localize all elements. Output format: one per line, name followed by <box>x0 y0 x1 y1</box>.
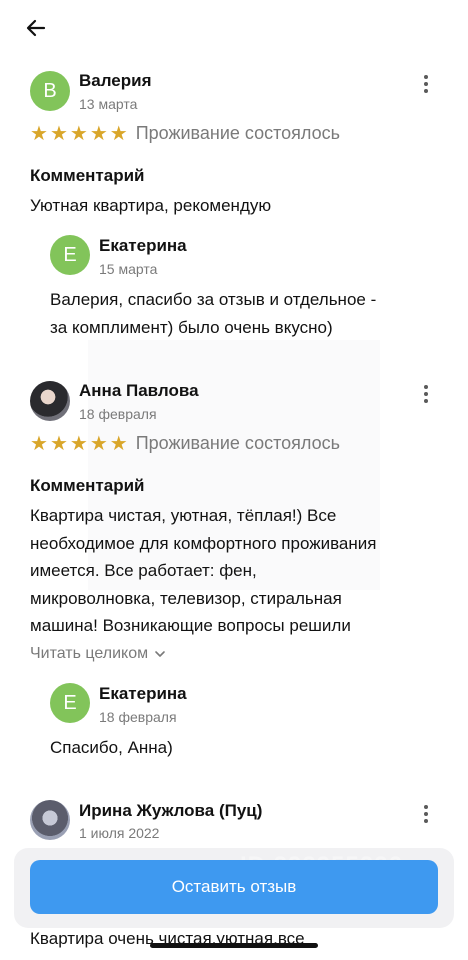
read-more-label: Читать целиком <box>30 645 149 662</box>
arrow-left-icon <box>26 19 46 37</box>
avatar: Е <box>50 235 90 275</box>
avatar-letter: Е <box>63 691 77 714</box>
reviewer-name: Ирина Жужлова (Пуц) <box>79 801 263 820</box>
reply-text-line: за комплимент) было очень вкусно) <box>50 317 333 337</box>
back-button[interactable] <box>20 12 52 44</box>
reviewer-name: Валерия <box>79 71 152 90</box>
comment-line: Квартира чистая, уютная, тёплая!) Все <box>30 506 337 525</box>
avatar: В <box>30 71 70 111</box>
star-icon: ★ <box>89 122 108 145</box>
review-date: 13 марта <box>79 96 138 112</box>
comment-line: имеется. Все работает: фен, <box>30 561 257 580</box>
home-indicator <box>150 943 318 948</box>
reply-author-name: Екатерина <box>99 236 187 255</box>
stay-status: Проживание состоялось <box>135 433 341 453</box>
reply-date: 15 марта <box>99 261 158 277</box>
more-options-button[interactable] <box>414 802 438 826</box>
star-icon: ★ <box>69 432 88 455</box>
avatar <box>30 381 70 421</box>
star-icon: ★ <box>30 432 48 455</box>
chevron-down-icon <box>155 651 165 657</box>
read-more-link[interactable]: Читать целиком <box>30 645 166 663</box>
avatar <box>30 800 70 840</box>
top-bar <box>0 0 468 56</box>
reply-date: 18 февраля <box>99 709 177 725</box>
star-icon: ★ <box>109 432 128 455</box>
star-icon: ★ <box>30 122 48 145</box>
avatar-letter: В <box>43 79 57 102</box>
rating-row: ★ ★ ★ ★ ★ Проживание состоялось <box>30 433 340 454</box>
review-date: 18 февраля <box>79 406 157 422</box>
star-icon: ★ <box>109 122 128 145</box>
stay-status: Проживание состоялось <box>135 123 341 143</box>
reviewer-name: Анна Павлова <box>79 381 199 400</box>
comment-line: микроволновка, телевизор, стиральная <box>30 588 342 608</box>
avatar-letter: Е <box>63 243 77 266</box>
comment-title: Комментарий <box>30 476 145 495</box>
avatar: Е <box>50 683 90 723</box>
review-date: 1 июля 2022 <box>79 825 160 841</box>
reply-text: Валерия, спасибо за отзыв и отдельное - … <box>50 286 445 341</box>
reply-author-name: Екатерина <box>99 684 187 703</box>
star-icon: ★ <box>49 122 68 145</box>
star-icon: ★ <box>49 432 68 455</box>
comment-text: Уютная квартира, рекомендую <box>30 196 272 215</box>
comment-text: Квартира чистая, уютная, тёплая!) Все не… <box>30 502 445 640</box>
comment-line: необходимое для комфортного проживания <box>30 533 377 553</box>
star-icon: ★ <box>69 122 88 145</box>
comment-line: машина! Возникающие вопросы решили <box>30 616 351 635</box>
more-options-button[interactable] <box>414 382 438 406</box>
rating-row: ★ ★ ★ ★ ★ Проживание состоялось <box>30 123 340 144</box>
reply-text-line: Валерия, спасибо за отзыв и отдельное - <box>50 290 377 309</box>
comment-title: Комментарий <box>30 166 145 185</box>
more-options-button[interactable] <box>414 72 438 96</box>
reply-text: Спасибо, Анна) <box>50 738 173 757</box>
leave-review-button[interactable]: Оставить отзыв <box>30 860 438 914</box>
star-icon: ★ <box>89 432 108 455</box>
